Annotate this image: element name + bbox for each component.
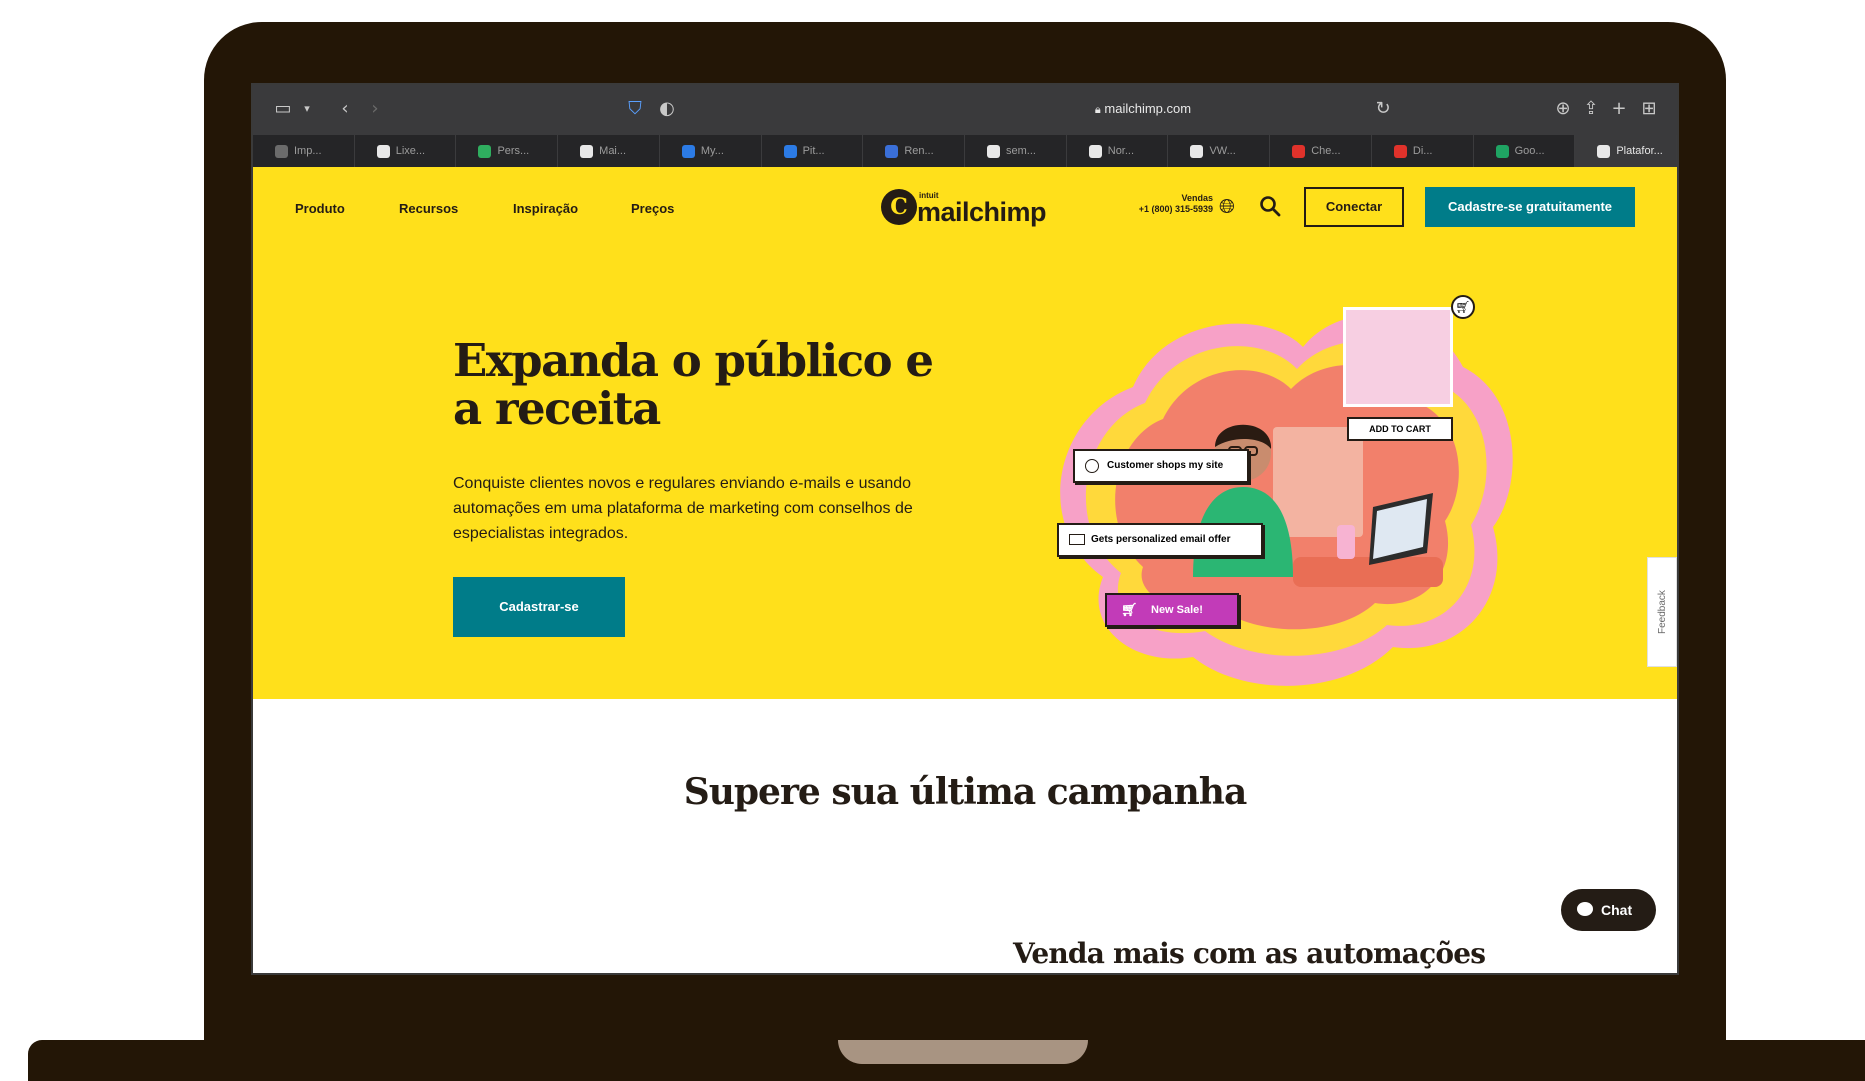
download-icon[interactable]: ⊕ bbox=[1551, 97, 1575, 121]
cart-icon: 🛒︎ bbox=[1451, 295, 1475, 319]
browser-tab[interactable]: Mai... bbox=[558, 135, 660, 167]
tab-label: Imp... bbox=[294, 145, 322, 157]
stage: ▭ ▾ ‹ › ⛉ ◐ 🔒︎ mailchimp.com ↻ ⊕ ⇪ + ⊞ I… bbox=[0, 0, 1865, 1081]
back-icon[interactable]: ‹ bbox=[333, 97, 357, 121]
cursor-icon bbox=[1085, 459, 1099, 473]
sales-label: Vendas bbox=[1181, 193, 1213, 203]
browser-toolbar: ▭ ▾ ‹ › ⛉ ◐ 🔒︎ mailchimp.com ↻ ⊕ ⇪ + ⊞ bbox=[253, 85, 1677, 135]
browser-tab[interactable]: Lixe... bbox=[355, 135, 457, 167]
browser-tab[interactable]: Pit... bbox=[762, 135, 864, 167]
address-url: mailchimp.com bbox=[1104, 101, 1192, 116]
step-customer-shops: Customer shops my site bbox=[1073, 449, 1249, 483]
tab-favicon-icon bbox=[885, 144, 899, 158]
feedback-tab[interactable]: Feedback bbox=[1647, 557, 1677, 667]
connect-button[interactable]: Conectar bbox=[1304, 187, 1404, 227]
forward-icon[interactable]: › bbox=[363, 97, 387, 121]
new-sale-cart-icon: 🛒︎ bbox=[1121, 602, 1138, 617]
tab-label: Pit... bbox=[802, 145, 825, 157]
browser-tab[interactable]: sem... bbox=[965, 135, 1067, 167]
tab-label: Di... bbox=[1412, 145, 1433, 157]
sales-phone: +1 (800) 315-5939 bbox=[1138, 204, 1213, 214]
reload-icon[interactable]: ↻ bbox=[1371, 97, 1395, 121]
step-new-sale-label: New Sale! bbox=[1151, 604, 1203, 616]
hero-section: Produto Recursos Inspiração Preços C int… bbox=[253, 167, 1677, 699]
tab-favicon-icon bbox=[478, 144, 492, 158]
nav-inspiracao[interactable]: Inspiração bbox=[513, 201, 578, 216]
tab-label: Nor... bbox=[1107, 145, 1135, 157]
tab-label: Che... bbox=[1311, 145, 1341, 157]
step-email-offer-label: Gets personalized email offer bbox=[1091, 534, 1231, 545]
address-bar[interactable]: 🔒︎ mailchimp.com bbox=[893, 95, 1393, 123]
tab-favicon-icon bbox=[681, 144, 695, 158]
hero-headline: Expanda o público e a receita bbox=[453, 334, 934, 435]
laptop-notch bbox=[838, 1040, 1088, 1064]
chat-bubble-icon bbox=[1577, 902, 1593, 916]
browser-tab[interactable]: Nor... bbox=[1067, 135, 1169, 167]
tab-label: Platafor... bbox=[1616, 145, 1663, 157]
logo-wordmark: mailchimp bbox=[917, 197, 1047, 227]
step-email-offer: Gets personalized email offer bbox=[1057, 523, 1263, 557]
tab-favicon-icon bbox=[1088, 144, 1102, 158]
tab-favicon-icon bbox=[580, 144, 594, 158]
privacy-icon[interactable]: ◐ bbox=[655, 97, 679, 121]
lock-icon: 🔒︎ bbox=[1094, 103, 1101, 116]
tab-favicon-icon bbox=[1190, 144, 1204, 158]
browser-tab[interactable]: VW... bbox=[1168, 135, 1271, 167]
section-subtitle: Venda mais com as automações bbox=[1013, 937, 1486, 970]
sidebar-icon[interactable]: ▭ bbox=[271, 97, 295, 121]
browser-tab[interactable]: Ren... bbox=[863, 135, 966, 167]
mailchimp-logo[interactable]: C intuit mailchimp bbox=[881, 187, 1061, 231]
nav-produto[interactable]: Produto bbox=[295, 201, 345, 216]
search-icon[interactable] bbox=[1259, 195, 1281, 217]
product-card bbox=[1343, 307, 1453, 407]
step-new-sale: 🛒︎ New Sale! bbox=[1105, 593, 1239, 627]
browser-tab[interactable]: Di... bbox=[1372, 135, 1474, 167]
browser-tab[interactable]: Platafor... bbox=[1575, 135, 1677, 167]
nav-recursos[interactable]: Recursos bbox=[399, 201, 458, 216]
tab-label: Mai... bbox=[599, 145, 627, 157]
browser-tab[interactable]: Pers... bbox=[456, 135, 559, 167]
tab-label: Lixe... bbox=[395, 145, 426, 157]
webpage: Produto Recursos Inspiração Preços C int… bbox=[253, 167, 1677, 973]
signup-cta-button[interactable]: Cadastrar-se bbox=[453, 577, 625, 637]
chat-button[interactable]: Chat bbox=[1561, 889, 1656, 931]
tab-favicon-icon bbox=[783, 144, 797, 158]
tab-favicon-icon bbox=[1292, 144, 1306, 158]
tab-favicon-icon bbox=[1393, 144, 1407, 158]
tab-overview-icon[interactable]: ⊞ bbox=[1637, 97, 1661, 121]
tab-label: Pers... bbox=[497, 145, 530, 157]
tab-label: VW... bbox=[1209, 145, 1236, 157]
sales-contact[interactable]: Vendas +1 (800) 315-5939 bbox=[1125, 193, 1213, 215]
browser-tab[interactable]: My... bbox=[660, 135, 762, 167]
chat-label: Chat bbox=[1601, 902, 1633, 918]
signup-free-button[interactable]: Cadastre-se gratuitamente bbox=[1425, 187, 1635, 227]
step-customer-shops-label: Customer shops my site bbox=[1107, 460, 1224, 471]
share-icon[interactable]: ⇪ bbox=[1579, 97, 1603, 121]
tab-label: Goo... bbox=[1514, 145, 1545, 157]
section-title: Supere sua última campanha bbox=[683, 771, 1248, 813]
hero-subtext: Conquiste clientes novos e regulares env… bbox=[453, 475, 913, 542]
nav-precos[interactable]: Preços bbox=[631, 201, 674, 216]
laptop-screen: ▭ ▾ ‹ › ⛉ ◐ 🔒︎ mailchimp.com ↻ ⊕ ⇪ + ⊞ I… bbox=[251, 83, 1679, 975]
tab-label: sem... bbox=[1006, 145, 1036, 157]
tab-label: My... bbox=[700, 145, 724, 157]
shield-icon[interactable]: ⛉ bbox=[623, 97, 647, 121]
envelope-icon bbox=[1069, 534, 1085, 545]
browser-tab[interactable]: Imp... bbox=[253, 135, 355, 167]
tab-favicon-icon bbox=[275, 144, 288, 158]
globe-icon[interactable]: 🌐︎ bbox=[1219, 195, 1241, 217]
tab-favicon-icon bbox=[1495, 144, 1509, 158]
browser-tab[interactable]: Goo... bbox=[1474, 135, 1576, 167]
tab-favicon-icon bbox=[376, 144, 390, 158]
add-to-cart-label: ADD TO CART bbox=[1347, 417, 1453, 441]
tab-label: Ren... bbox=[904, 145, 934, 157]
chevron-down-icon[interactable]: ▾ bbox=[295, 97, 319, 121]
hero-illustration: 🛒︎ ADD TO CART Customer shops my site Ge… bbox=[993, 277, 1533, 687]
tab-favicon-icon bbox=[1597, 144, 1611, 158]
tab-favicon-icon bbox=[987, 144, 1001, 158]
browser-tab[interactable]: Che... bbox=[1270, 135, 1372, 167]
freddie-icon: C bbox=[881, 189, 917, 225]
new-tab-icon[interactable]: + bbox=[1607, 97, 1631, 121]
tab-bar: Imp... Lixe... Pers... Mai... My... Pit... Ren… bbox=[253, 135, 1677, 167]
